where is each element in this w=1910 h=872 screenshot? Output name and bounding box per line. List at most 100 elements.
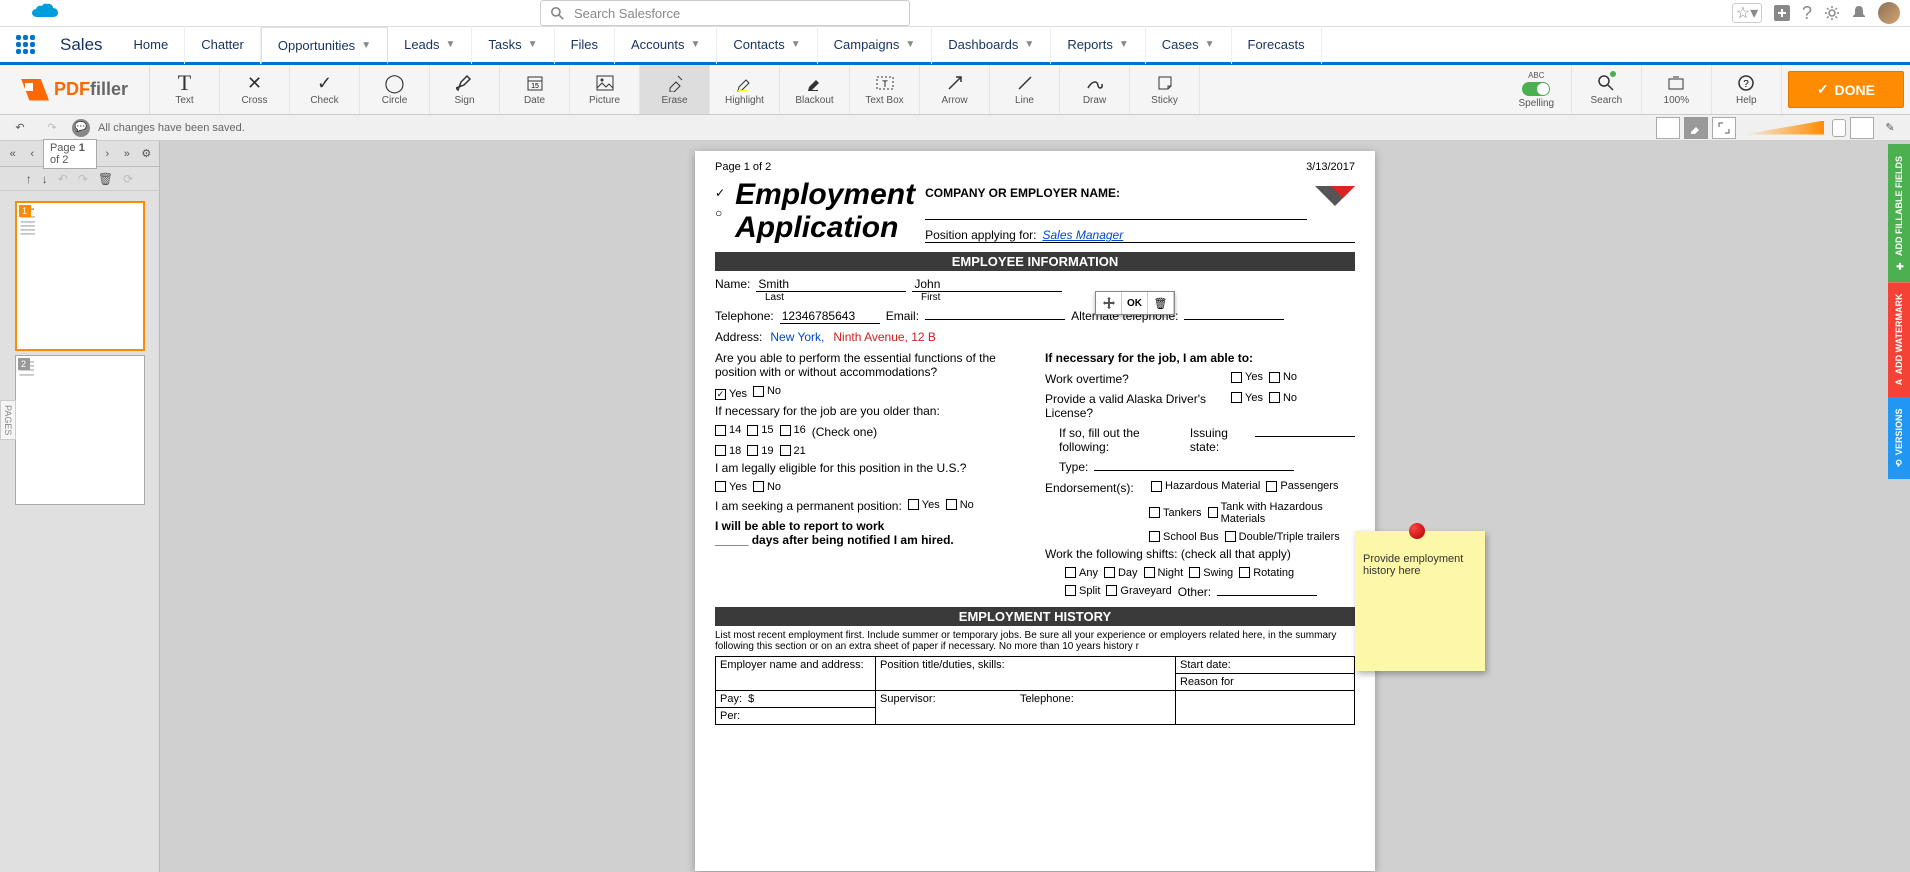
sticky-note[interactable]: Provide employment history here — [1355, 531, 1485, 671]
global-search[interactable]: Search Salesforce — [540, 0, 910, 26]
thumbnail-page-1[interactable]: 1 ploymentlication━━━━━━━━━━━━━━━━━━━━━━… — [15, 201, 145, 351]
done-button[interactable]: ✓ DONE — [1788, 71, 1904, 108]
checkbox-swing[interactable]: Swing — [1189, 567, 1233, 579]
tool-line[interactable]: Line — [990, 65, 1060, 114]
first-page-button[interactable]: « — [4, 143, 21, 165]
add-icon[interactable] — [1774, 5, 1790, 21]
tool-date[interactable]: 15Date — [500, 65, 570, 114]
h-pay[interactable]: Pay: $ — [716, 691, 876, 708]
tool-text[interactable]: TText — [150, 65, 220, 114]
alt-tel-field[interactable] — [1184, 319, 1284, 320]
checkbox-19[interactable]: 19 — [747, 445, 773, 457]
nav-forecasts[interactable]: Forecasts — [1232, 26, 1322, 64]
checkbox-night[interactable]: Night — [1144, 567, 1184, 579]
tool-sticky[interactable]: Sticky — [1130, 65, 1200, 114]
checkbox-16[interactable]: 16 — [780, 424, 806, 436]
eraser-mode-icon[interactable] — [1684, 117, 1708, 139]
tool-spelling[interactable]: ABCSpelling — [1502, 65, 1572, 114]
email-field[interactable] — [925, 319, 1065, 320]
move-tool-icon[interactable] — [1096, 292, 1122, 314]
checkbox-perm-no[interactable]: No — [946, 499, 974, 511]
tool-cross[interactable]: ✕Cross — [220, 65, 290, 114]
checkbox-eligible-no[interactable]: No — [753, 481, 781, 493]
delete-field-icon[interactable]: 🗑 — [1148, 292, 1174, 314]
slider-handle[interactable] — [1832, 119, 1846, 137]
redo-button[interactable]: ↷ — [40, 117, 64, 139]
checkbox-lic-no[interactable]: No — [1269, 392, 1297, 404]
tool-draw[interactable]: Draw — [1060, 65, 1130, 114]
tab-watermark[interactable]: AADD WATERMARK — [1888, 282, 1910, 397]
checkbox-no[interactable]: No — [753, 385, 781, 397]
ok-button[interactable]: OK — [1122, 292, 1148, 314]
first-name-field[interactable]: John — [912, 277, 1062, 292]
h-reason[interactable]: Reason for — [1176, 674, 1355, 691]
tool-highlight[interactable]: Highlight — [710, 65, 780, 114]
checkbox-grave[interactable]: Graveyard — [1106, 585, 1171, 597]
last-page-button[interactable]: » — [118, 143, 135, 165]
nav-reports[interactable]: Reports▼ — [1051, 26, 1145, 64]
checkbox-lic-yes[interactable]: Yes — [1231, 392, 1263, 404]
canvas-area[interactable]: Page 1 of 2 3/13/2017 ✓ ○ Employment App… — [160, 141, 1910, 872]
checkbox-14[interactable]: 14 — [715, 424, 741, 436]
nav-cases[interactable]: Cases▼ — [1146, 26, 1232, 64]
h-start[interactable]: Start date: — [1176, 657, 1355, 674]
setup-gear-icon[interactable] — [1824, 5, 1840, 21]
type-field[interactable] — [1094, 470, 1294, 471]
other-field[interactable] — [1217, 595, 1317, 596]
tool-search[interactable]: Search — [1572, 65, 1642, 114]
checkbox-15[interactable]: 15 — [747, 424, 773, 436]
box2-icon[interactable] — [1850, 117, 1874, 139]
last-name-field[interactable]: Smith — [756, 277, 906, 292]
tool-help[interactable]: ?Help — [1712, 65, 1782, 114]
user-avatar[interactable] — [1878, 2, 1900, 24]
checkbox-eligible-yes[interactable]: Yes — [715, 481, 747, 493]
undo-button[interactable]: ↶ — [8, 117, 32, 139]
tool-picture[interactable]: Picture — [570, 65, 640, 114]
checkbox-tankhaz[interactable]: Tank with Hazardous Materials — [1208, 501, 1355, 525]
empty-box-icon[interactable] — [1656, 117, 1680, 139]
size-slider[interactable] — [1744, 121, 1824, 135]
tool-textbox[interactable]: TText Box — [850, 65, 920, 114]
refresh-icon[interactable]: ⟳ — [123, 172, 133, 186]
h-super-cell[interactable]: Supervisor:Telephone: — [876, 691, 1176, 725]
move-down-icon[interactable]: ↓ — [42, 172, 48, 186]
nav-leads[interactable]: Leads▼ — [388, 26, 472, 64]
tool-erase[interactable]: Erase — [640, 65, 710, 114]
app-launcher-icon[interactable] — [10, 30, 40, 60]
trash-icon[interactable]: 🗑 — [98, 172, 113, 186]
pages-tab[interactable]: PAGES — [0, 400, 16, 440]
checkbox-ot-yes[interactable]: Yes — [1231, 371, 1263, 383]
h-position[interactable]: Position title/duties, skills: — [876, 657, 1176, 691]
nav-chatter[interactable]: Chatter — [185, 26, 261, 64]
checkbox-yes[interactable]: ✓Yes — [715, 388, 747, 400]
telephone-field[interactable]: 12346785643 — [780, 309, 880, 324]
checkbox-ot-no[interactable]: No — [1269, 371, 1297, 383]
tool-blackout[interactable]: Blackout — [780, 65, 850, 114]
nav-dashboards[interactable]: Dashboards▼ — [932, 26, 1051, 64]
checkbox-tank[interactable]: Tankers — [1149, 507, 1202, 519]
tab-versions[interactable]: ⟲VERSIONS — [1888, 397, 1910, 479]
checkbox-haz[interactable]: Hazardous Material — [1151, 480, 1260, 492]
company-field[interactable] — [925, 204, 1307, 220]
undo-icon[interactable]: ↶ — [58, 172, 68, 186]
tool-sign[interactable]: Sign — [430, 65, 500, 114]
tool-arrow[interactable]: Arrow — [920, 65, 990, 114]
expand-icon[interactable] — [1712, 117, 1736, 139]
checkbox-split[interactable]: Split — [1065, 585, 1100, 597]
checkbox-18[interactable]: 18 — [715, 445, 741, 457]
checkbox-pass[interactable]: Passengers — [1266, 480, 1338, 492]
move-up-icon[interactable]: ↑ — [26, 172, 32, 186]
checkbox-day[interactable]: Day — [1104, 567, 1138, 579]
h-employer[interactable]: Employer name and address: — [716, 657, 876, 691]
nav-campaigns[interactable]: Campaigns▼ — [818, 26, 933, 64]
checkbox-perm-yes[interactable]: Yes — [908, 499, 940, 511]
pdffiller-logo[interactable]: PDFfiller — [0, 65, 150, 114]
redo-icon[interactable]: ↷ — [78, 172, 88, 186]
checkbox-21[interactable]: 21 — [780, 445, 806, 457]
nav-tasks[interactable]: Tasks▼ — [472, 26, 554, 64]
address-field[interactable]: New York, Ninth Avenue, 12 B — [768, 330, 1268, 345]
checkbox-trailer[interactable]: Double/Triple trailers — [1225, 531, 1340, 543]
checkbox-rot[interactable]: Rotating — [1239, 567, 1294, 579]
salesforce-cloud-icon[interactable] — [30, 3, 60, 23]
position-value[interactable]: Sales Manager — [1043, 228, 1124, 242]
